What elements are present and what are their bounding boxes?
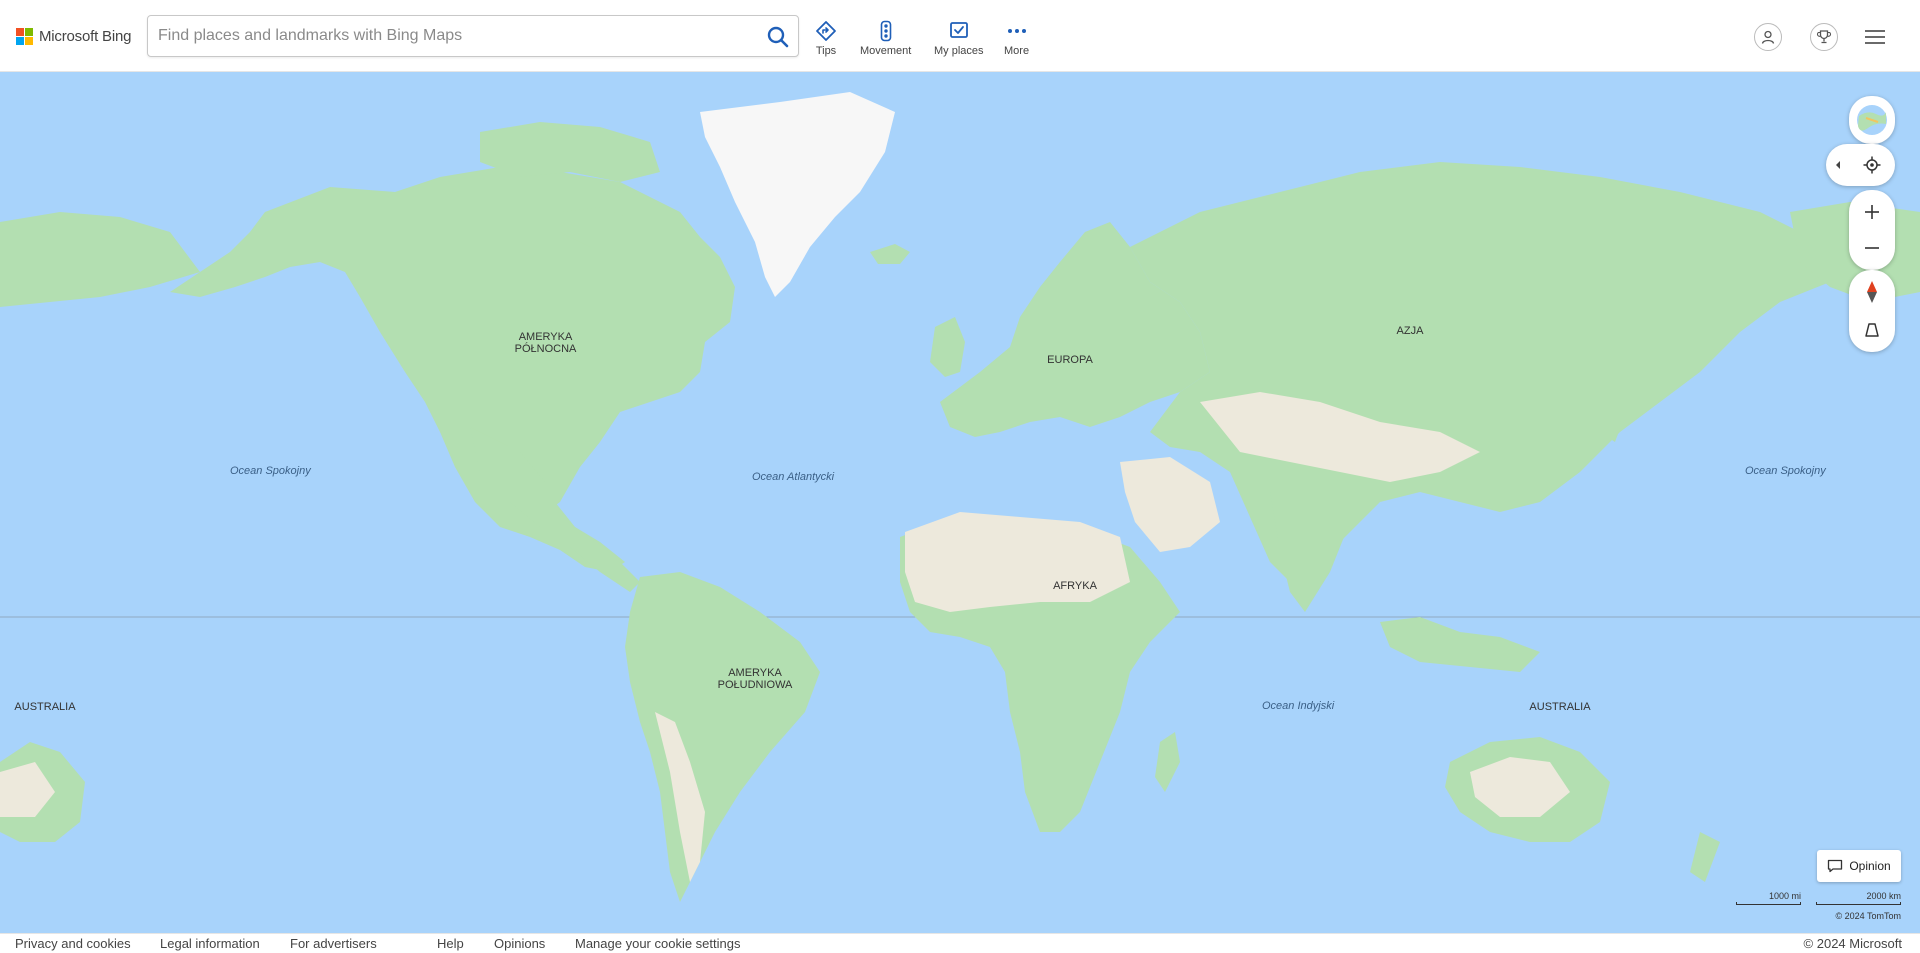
north-america-landmass [170,167,735,572]
microsoft-logo-icon [16,27,33,45]
rewards-button[interactable] [1810,23,1838,51]
compass-icon [1867,281,1877,303]
my-places-button[interactable]: My places [934,20,984,60]
label-asia: AZJA [1396,325,1424,337]
footer-link-cookie-settings[interactable]: Manage your cookie settings [575,936,740,951]
search-button[interactable] [766,25,790,49]
scale-metric-label: 2000 km [1866,891,1901,901]
search-box [147,15,799,57]
more-dots-icon [1007,29,1026,33]
chat-bubble-icon [1828,859,1843,873]
footer: Privacy and cookies Legal information Fo… [0,933,1920,953]
plus-icon [1865,205,1879,219]
orientation-group [1849,270,1895,352]
scale-imperial: 1000 mi [1736,891,1801,905]
tilt-3d-button[interactable] [1854,312,1890,348]
map-style-group [1849,96,1895,144]
collapse-controls-button[interactable] [1826,147,1850,183]
label-pacific-left: Ocean Spokojny [230,465,311,477]
scale-imperial-label: 1000 mi [1768,891,1801,901]
label-indian: Ocean Indyjski [1262,700,1335,712]
uk-landmass [930,317,965,377]
sahara-dry [905,512,1130,612]
menu-button[interactable] [1861,23,1889,51]
opinion-button[interactable]: Opinion [1817,850,1901,882]
header: Microsoft Bing Tips Movement [0,0,1920,72]
arabia-dry [1120,457,1220,552]
location-group [1826,144,1895,186]
label-europe: EUROPA [1047,354,1093,366]
label-north-america: AMERYKA PÓŁNOCNA [514,331,577,355]
world-map-graphic [0,92,1920,902]
footer-link-help[interactable]: Help [437,936,464,951]
my-places-label: My places [934,45,984,57]
footer-link-privacy[interactable]: Privacy and cookies [15,936,131,951]
caret-left-icon [1836,161,1840,169]
alaska-left [0,212,200,307]
bing-logo[interactable]: Microsoft Bing [16,27,131,45]
locate-target-icon [1863,156,1881,174]
locate-me-button[interactable] [1854,147,1890,183]
zoom-out-button[interactable] [1854,230,1890,266]
indonesia-islands [1380,617,1540,672]
label-africa: AFRYKA [1053,580,1097,592]
asia-landmass [1130,162,1830,592]
movement-button[interactable]: Movement [860,20,911,60]
tips-button[interactable]: Tips [815,20,837,60]
zoom-group [1849,190,1895,270]
footer-link-opinions[interactable]: Opinions [494,936,545,951]
madagascar [1155,732,1180,792]
search-icon [767,26,789,48]
map-style-thumbnail-icon [1857,105,1887,135]
tilt-perspective-icon [1865,323,1879,337]
directions-icon [816,21,836,41]
new-zealand [1690,832,1720,882]
footer-link-legal[interactable]: Legal information [160,936,260,951]
label-south-america: AMERYKA POŁUDNIOWA [717,667,793,691]
opinion-label: Opinion [1849,859,1891,873]
my-places-icon [949,22,968,38]
greenland-ice [700,92,895,297]
label-atlantic: Ocean Atlantycki [752,471,835,483]
south-america-landmass [625,572,820,902]
footer-link-advertisers[interactable]: For advertisers [290,936,377,951]
tips-label: Tips [815,45,837,57]
zoom-in-button[interactable] [1854,194,1890,230]
iceland [870,244,910,264]
compass-button[interactable] [1854,274,1890,310]
movement-label: Movement [860,45,912,57]
label-pacific-right: Ocean Spokojny [1745,465,1826,477]
india-landmass [1270,492,1350,612]
label-australia-left: AUSTRALIA [14,701,76,713]
minus-icon [1865,247,1879,249]
map-attribution: © 2024 TomTom [1835,911,1902,921]
search-input[interactable] [158,25,748,47]
logo-text: Microsoft Bing [39,27,132,45]
scale-metric: 2000 km [1816,891,1901,905]
more-button[interactable]: More [1004,20,1029,60]
footer-copyright: © 2024 Microsoft [1803,936,1902,951]
traffic-light-icon [880,20,891,42]
trophy-icon [1816,30,1832,44]
label-australia-right: AUSTRALIA [1529,701,1591,713]
map-style-button[interactable] [1854,102,1890,138]
map-canvas[interactable]: AMERYKA PÓŁNOCNA EUROPA AZJA AFRYKA AMER… [0,72,1920,933]
hamburger-menu-icon [1865,30,1885,44]
user-icon [1761,30,1775,44]
more-label: More [1004,45,1030,57]
account-button[interactable] [1754,23,1782,51]
